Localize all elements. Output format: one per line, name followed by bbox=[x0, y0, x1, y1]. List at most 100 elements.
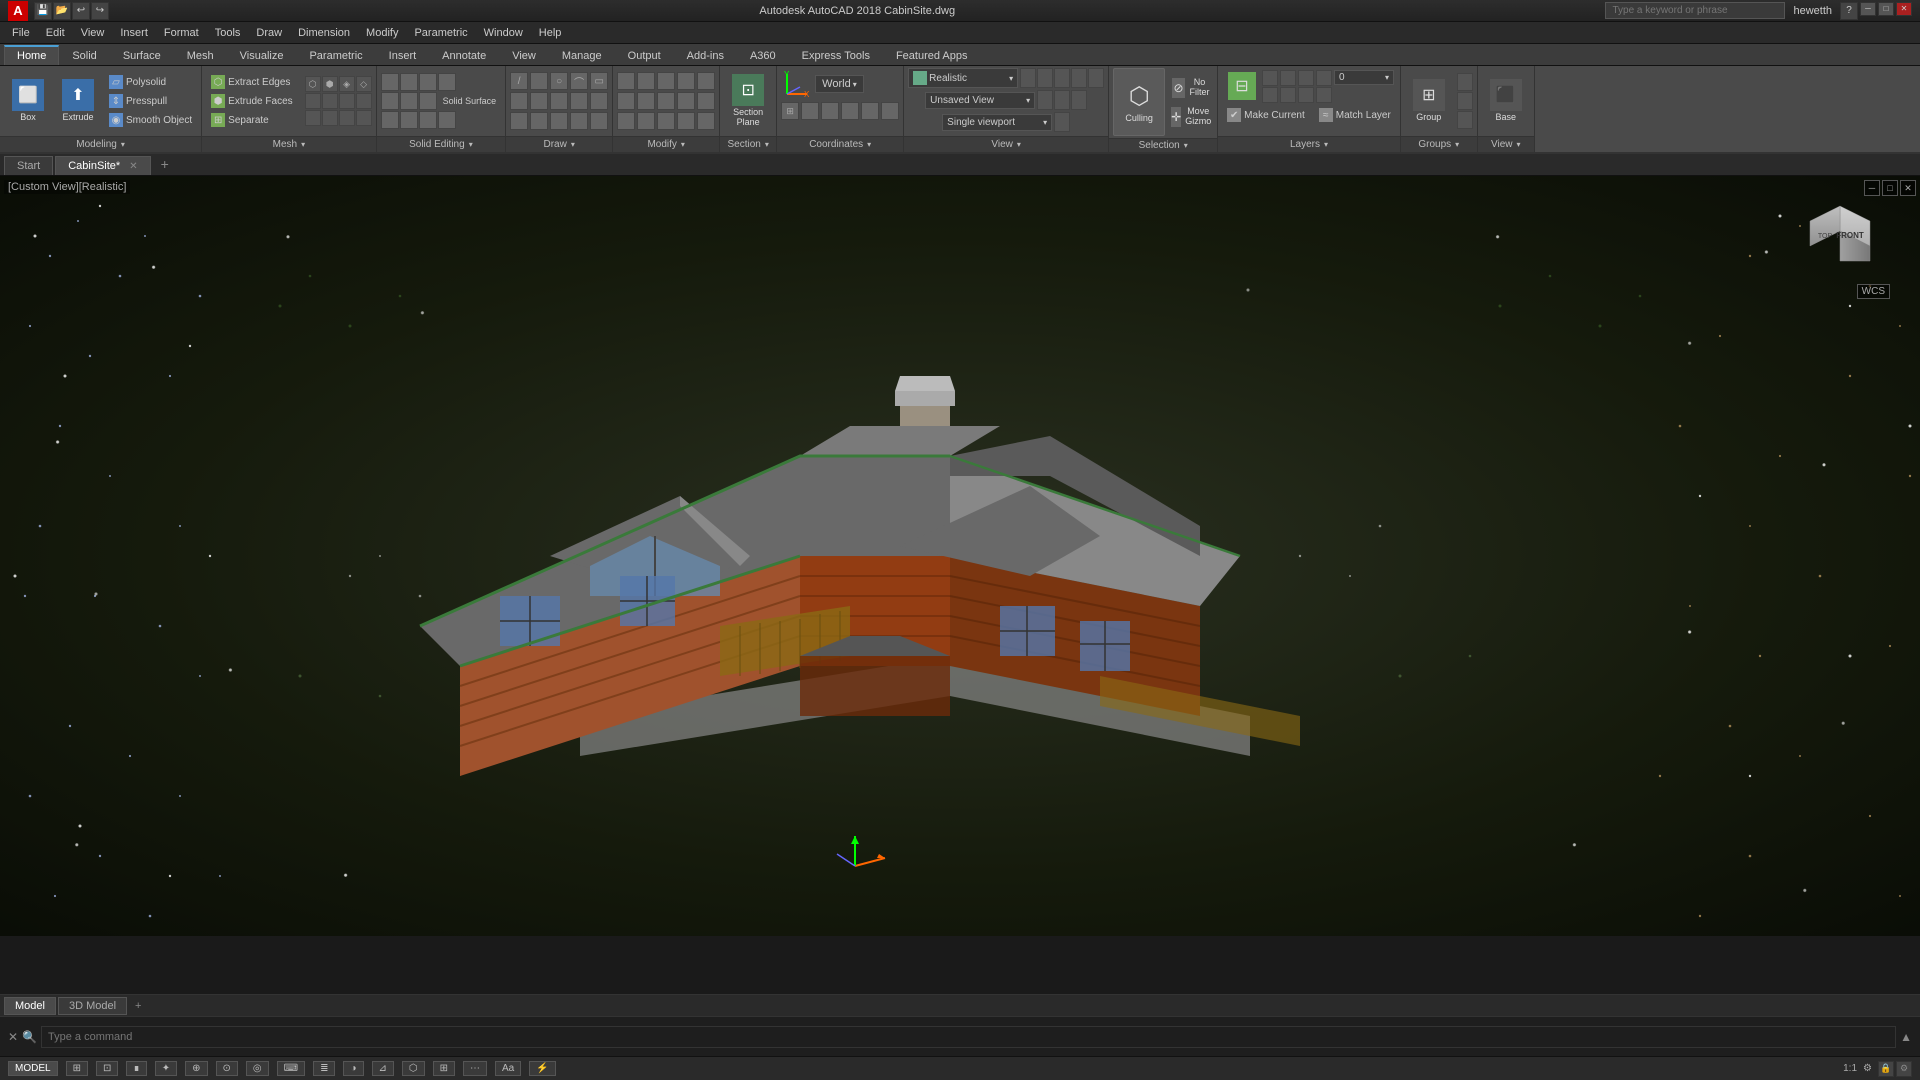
modify-t2[interactable] bbox=[637, 72, 655, 90]
viewport[interactable]: [Custom View][Realistic] bbox=[0, 176, 1920, 936]
3dosnap-btn[interactable]: ◎ bbox=[246, 1061, 269, 1076]
solid-edit-9[interactable] bbox=[400, 111, 418, 129]
tab-mesh[interactable]: Mesh bbox=[174, 46, 227, 65]
viewport-dropdown[interactable]: Single viewport ▾ bbox=[942, 114, 1052, 131]
layer-tools-6[interactable] bbox=[1280, 87, 1296, 103]
draw-t1[interactable] bbox=[510, 92, 528, 110]
draw-t8[interactable] bbox=[550, 112, 568, 130]
extrude-faces-button[interactable]: ⬢ Extrude Faces bbox=[206, 92, 297, 110]
layer-tools-1[interactable] bbox=[1262, 70, 1278, 86]
tab-insert[interactable]: Insert bbox=[376, 46, 430, 65]
quick-access-open[interactable]: 📂 bbox=[53, 2, 71, 20]
cmd-search-btn[interactable]: 🔍 bbox=[22, 1030, 37, 1044]
close-btn[interactable]: ✕ bbox=[1896, 2, 1912, 16]
help-btn[interactable]: ? bbox=[1840, 2, 1858, 20]
modify-t10[interactable] bbox=[697, 92, 715, 110]
doc-tab-start[interactable]: Start bbox=[4, 156, 53, 175]
move-gizmo-button[interactable]: ✛ Move Gizmo bbox=[1169, 103, 1213, 131]
tab-featured-apps[interactable]: Featured Apps bbox=[883, 46, 981, 65]
smooth-object-button[interactable]: ◉ Smooth Object bbox=[104, 111, 197, 129]
menu-edit[interactable]: Edit bbox=[38, 25, 73, 41]
modify-t6[interactable] bbox=[617, 92, 635, 110]
menu-window[interactable]: Window bbox=[476, 25, 531, 41]
view-cube[interactable]: FRONT TOP bbox=[1800, 196, 1880, 276]
modify-t4[interactable] bbox=[677, 72, 695, 90]
layer-number-dropdown[interactable]: 0 ▾ bbox=[1334, 70, 1394, 85]
lock-btn[interactable]: 🔒 bbox=[1878, 1061, 1894, 1077]
menu-draw[interactable]: Draw bbox=[248, 25, 290, 41]
selection-label[interactable]: Selection ▾ bbox=[1109, 138, 1217, 152]
menu-insert[interactable]: Insert bbox=[112, 25, 156, 41]
solid-edit-7[interactable] bbox=[419, 92, 437, 110]
culling-button[interactable]: ⬡ Culling bbox=[1113, 68, 1165, 136]
separate-button[interactable]: ⊞ Separate bbox=[206, 111, 297, 129]
menu-file[interactable]: File bbox=[4, 25, 38, 41]
isolation-btn[interactable]: ⋯ bbox=[463, 1061, 487, 1076]
view-t1[interactable] bbox=[1037, 90, 1053, 110]
tab-output[interactable]: Output bbox=[615, 46, 674, 65]
workspace-btn[interactable]: ⚙ bbox=[1863, 1063, 1872, 1074]
section-label[interactable]: Section ▾ bbox=[720, 136, 776, 152]
modify-t1[interactable] bbox=[617, 72, 635, 90]
tab-annotate[interactable]: Annotate bbox=[429, 46, 499, 65]
named-view-dropdown[interactable]: Unsaved View ▾ bbox=[925, 92, 1035, 109]
mesh-tool-11[interactable] bbox=[339, 110, 355, 126]
layer-tools-7[interactable] bbox=[1298, 87, 1314, 103]
mesh-label[interactable]: Mesh ▾ bbox=[202, 136, 375, 152]
draw-label[interactable]: Draw ▾ bbox=[506, 136, 612, 152]
layer-tools-5[interactable] bbox=[1262, 87, 1278, 103]
solid-edit-2[interactable] bbox=[400, 73, 418, 91]
solid-surface-button[interactable]: Solid Surface bbox=[438, 92, 502, 110]
menu-parametric[interactable]: Parametric bbox=[406, 25, 475, 41]
modify-label[interactable]: Modify ▾ bbox=[613, 136, 719, 152]
linewidth-btn[interactable]: ≣ bbox=[313, 1061, 335, 1076]
mesh-tool-1[interactable]: ⬡ bbox=[305, 76, 321, 92]
model-tab-3d[interactable]: 3D Model bbox=[58, 997, 127, 1015]
hardwareaccel-btn[interactable]: ⚡ bbox=[529, 1061, 555, 1076]
selcycle-btn[interactable]: ⊿ bbox=[372, 1061, 394, 1076]
grid-btn[interactable]: ⊞ bbox=[66, 1061, 88, 1076]
modify-t8[interactable] bbox=[657, 92, 675, 110]
draw-t9[interactable] bbox=[570, 112, 588, 130]
mesh-tool-8[interactable] bbox=[356, 93, 372, 109]
coord-t2[interactable] bbox=[801, 102, 819, 120]
layer-tools-4[interactable] bbox=[1316, 70, 1332, 86]
tab-visualize[interactable]: Visualize bbox=[227, 46, 297, 65]
draw-rect[interactable]: ▭ bbox=[590, 72, 608, 90]
vp-close-btn[interactable]: ✕ bbox=[1900, 180, 1916, 196]
command-input[interactable] bbox=[41, 1026, 1896, 1048]
tab-express-tools[interactable]: Express Tools bbox=[789, 46, 883, 65]
osnap-btn[interactable]: ⊕ bbox=[185, 1061, 207, 1076]
polysolid-button[interactable]: ▱ Polysolid bbox=[104, 73, 197, 91]
layers-label[interactable]: Layers ▾ bbox=[1218, 136, 1400, 152]
model-tab-add[interactable]: + bbox=[129, 998, 147, 1014]
modify-t11[interactable] bbox=[617, 112, 635, 130]
draw-t7[interactable] bbox=[530, 112, 548, 130]
model-tab-model[interactable]: Model bbox=[4, 997, 56, 1015]
mesh-tool-6[interactable] bbox=[322, 93, 338, 109]
groups-t3[interactable] bbox=[1457, 111, 1473, 129]
vp-restore-btn[interactable]: □ bbox=[1882, 180, 1898, 196]
mesh-tool-5[interactable] bbox=[305, 93, 321, 109]
menu-tools[interactable]: Tools bbox=[207, 25, 249, 41]
vp-minimize-btn[interactable]: ─ bbox=[1864, 180, 1880, 196]
tab-surface[interactable]: Surface bbox=[110, 46, 174, 65]
solid-edit-1[interactable] bbox=[381, 73, 399, 91]
quick-access-save[interactable]: 💾 bbox=[34, 2, 52, 20]
tab-manage[interactable]: Manage bbox=[549, 46, 615, 65]
layer-tools-8[interactable] bbox=[1316, 87, 1332, 103]
solid-edit-6[interactable] bbox=[400, 92, 418, 110]
draw-line[interactable]: / bbox=[510, 72, 528, 90]
group-button[interactable]: ⊞ Group bbox=[1405, 71, 1453, 131]
draw-t3[interactable] bbox=[550, 92, 568, 110]
tab-parametric[interactable]: Parametric bbox=[296, 46, 375, 65]
doc-tab-cabinsite[interactable]: CabinSite* ✕ bbox=[55, 156, 150, 175]
draw-circle[interactable]: ○ bbox=[550, 72, 568, 90]
anno-vis-btn[interactable]: Aa bbox=[495, 1061, 521, 1076]
coord-t6[interactable] bbox=[881, 102, 899, 120]
view-label[interactable]: View ▾ bbox=[904, 136, 1108, 152]
coord-t1[interactable]: ⊞ bbox=[781, 102, 799, 120]
coord-t4[interactable] bbox=[841, 102, 859, 120]
modify-t12[interactable] bbox=[637, 112, 655, 130]
visual-style-dropdown[interactable]: Realistic ▾ bbox=[908, 68, 1018, 88]
